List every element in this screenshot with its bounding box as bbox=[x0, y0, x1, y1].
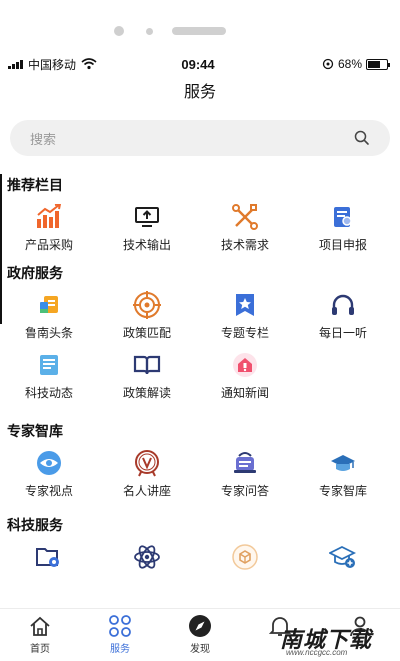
service-notice-news[interactable]: 通知新闻 bbox=[196, 346, 294, 406]
tools-wrench-icon bbox=[230, 202, 260, 232]
atom-icon bbox=[132, 542, 162, 572]
watermark-logo: 南城下载 www.nccgcc.com bbox=[272, 620, 394, 660]
medal-v-icon bbox=[132, 448, 162, 478]
battery-icon bbox=[366, 58, 390, 70]
camera-dot bbox=[114, 26, 124, 36]
section-title-recommended: 推荐栏目 bbox=[7, 177, 63, 193]
section-grid-government: 鲁南头条 政策匹配 专题专栏 每日一听 科技动态 政策解读 通知新闻 bbox=[0, 286, 400, 406]
service-label: 技术需求 bbox=[220, 238, 269, 252]
service-tech-news[interactable]: 科技动态 bbox=[0, 346, 98, 406]
section-title-tech: 科技服务 bbox=[7, 517, 63, 533]
section-grid-expert: 专家视点 名人讲座 专家问答 专家智库 bbox=[0, 444, 400, 504]
service-special-topics[interactable]: 专题专栏 bbox=[196, 286, 294, 346]
bar-chart-arrow-icon bbox=[34, 202, 64, 232]
service-label: 专家智库 bbox=[318, 484, 367, 498]
sensor-dot bbox=[146, 28, 153, 35]
status-bar: 中国移动 09:44 68% bbox=[0, 50, 400, 78]
service-tech-output[interactable]: 技术输出 bbox=[98, 198, 196, 258]
grid-icon bbox=[107, 613, 133, 639]
service-celebrity-lecture[interactable]: 名人讲座 bbox=[98, 444, 196, 504]
service-policy-interpret[interactable]: 政策解读 bbox=[98, 346, 196, 406]
service-daily-listen[interactable]: 每日一听 bbox=[294, 286, 392, 346]
folder-gear-icon bbox=[34, 542, 64, 572]
tab-discover[interactable]: 发现 bbox=[160, 609, 240, 661]
service-label: 产品采购 bbox=[24, 238, 73, 252]
service-expert-qa[interactable]: 专家问答 bbox=[196, 444, 294, 504]
monitor-upload-icon bbox=[132, 202, 162, 232]
bell-notice-icon bbox=[230, 350, 260, 380]
service-policy-match[interactable]: 政策匹配 bbox=[98, 286, 196, 346]
cap-plus-icon bbox=[328, 542, 358, 572]
service-label: 名人讲座 bbox=[122, 484, 171, 498]
speaker-grille bbox=[172, 27, 226, 35]
service-label: 政策匹配 bbox=[122, 326, 171, 340]
service-label: 政策解读 bbox=[122, 386, 171, 400]
service-label: 鲁南头条 bbox=[24, 326, 73, 340]
clock: 09:44 bbox=[181, 56, 215, 72]
service-label: 通知新闻 bbox=[220, 386, 269, 400]
service-label: 专家问答 bbox=[220, 484, 269, 498]
target-icon bbox=[132, 290, 162, 320]
rotation-lock-icon bbox=[322, 58, 334, 70]
tab-services[interactable]: 服务 bbox=[80, 609, 160, 661]
service-label: 专题专栏 bbox=[220, 326, 269, 340]
watermark-url: www.nccgcc.com bbox=[286, 648, 348, 657]
star-bookmark-icon bbox=[230, 290, 260, 320]
signal-icon bbox=[8, 59, 23, 69]
service-expert-thinktank[interactable]: 专家智库 bbox=[294, 444, 392, 504]
news-doc-icon bbox=[34, 350, 64, 380]
page-title: 服务 bbox=[183, 84, 216, 101]
service-tech-item-1[interactable] bbox=[0, 538, 98, 598]
section-grid-recommended: 产品采购 技术输出 技术需求 项目申报 bbox=[0, 198, 400, 258]
service-tech-item-2[interactable] bbox=[98, 538, 196, 598]
qa-icon bbox=[230, 448, 260, 478]
box-circle-icon bbox=[230, 542, 260, 572]
search-icon[interactable] bbox=[354, 130, 370, 146]
carrier-name: 中国移动 bbox=[28, 57, 77, 72]
service-project-apply[interactable]: 项目申报 bbox=[294, 198, 392, 258]
service-lunan-headline[interactable]: 鲁南头条 bbox=[0, 286, 98, 346]
tab-label: 发现 bbox=[190, 644, 210, 655]
tab-label: 服务 bbox=[110, 644, 130, 655]
tab-home[interactable]: 首页 bbox=[0, 609, 80, 661]
service-tech-demand[interactable]: 技术需求 bbox=[196, 198, 294, 258]
section-grid-tech bbox=[0, 538, 400, 598]
headline-icon bbox=[34, 290, 64, 320]
phone-bezel bbox=[0, 0, 400, 50]
document-search-icon bbox=[328, 202, 358, 232]
home-icon bbox=[27, 613, 53, 639]
service-label: 科技动态 bbox=[24, 386, 73, 400]
tab-label: 首页 bbox=[30, 644, 50, 655]
graduation-cap-icon bbox=[328, 448, 358, 478]
services-list: 推荐栏目 产品采购 技术输出 技术需求 项目申报 政府服务 鲁南头条 政策匹配 … bbox=[0, 170, 400, 608]
service-product-purchase[interactable]: 产品采购 bbox=[0, 198, 98, 258]
open-book-icon bbox=[132, 350, 162, 380]
scroll-indicator bbox=[0, 174, 2, 324]
wifi-icon bbox=[81, 58, 97, 70]
compass-icon bbox=[187, 613, 213, 639]
service-label: 项目申报 bbox=[318, 238, 367, 252]
section-title-expert: 专家智库 bbox=[7, 423, 63, 439]
search-placeholder: 搜索 bbox=[30, 131, 57, 147]
search-bar[interactable]: 搜索 bbox=[10, 120, 390, 156]
headphones-icon bbox=[328, 290, 358, 320]
service-expert-view[interactable]: 专家视点 bbox=[0, 444, 98, 504]
battery-percent: 68% bbox=[337, 57, 362, 71]
service-label: 技术输出 bbox=[122, 238, 171, 252]
section-title-government: 政府服务 bbox=[7, 265, 63, 281]
service-tech-item-3[interactable] bbox=[196, 538, 294, 598]
service-tech-item-4[interactable] bbox=[294, 538, 392, 598]
service-label: 每日一听 bbox=[318, 326, 367, 340]
service-label: 专家视点 bbox=[24, 484, 73, 498]
eye-icon bbox=[34, 448, 64, 478]
